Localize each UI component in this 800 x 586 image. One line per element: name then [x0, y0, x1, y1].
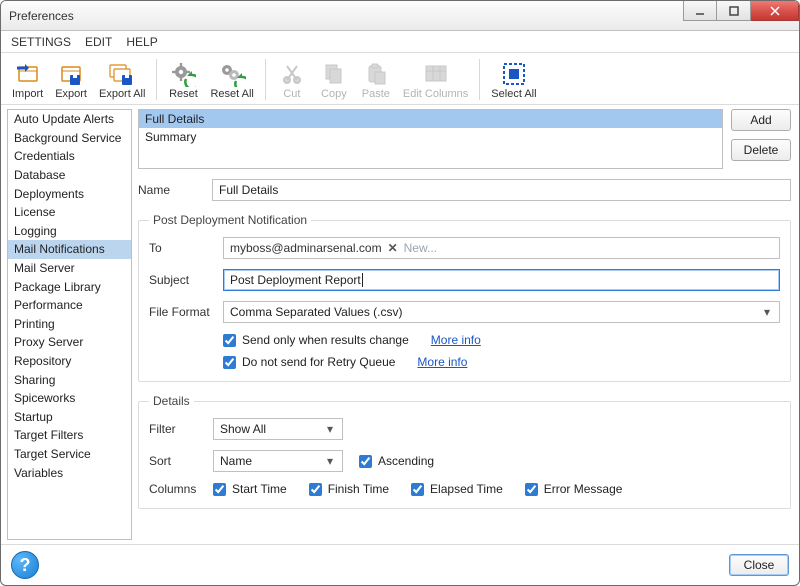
reset-button[interactable]: Reset: [163, 57, 203, 102]
to-placeholder: New...: [404, 241, 437, 255]
filter-label: Filter: [149, 422, 205, 436]
sidebar-item[interactable]: Proxy Server: [8, 333, 131, 352]
ascending-checkbox[interactable]: Ascending: [359, 454, 434, 468]
col-error-message-checkbox[interactable]: Error Message: [525, 482, 623, 496]
sidebar-item[interactable]: Sharing: [8, 370, 131, 389]
menu-settings[interactable]: SETTINGS: [11, 35, 71, 49]
sort-label: Sort: [149, 454, 205, 468]
sidebar-item[interactable]: Database: [8, 166, 131, 185]
file-format-select[interactable]: Comma Separated Values (.csv) ▾: [223, 301, 780, 323]
columns-label: Columns: [149, 482, 205, 496]
text-caret: [362, 273, 363, 287]
list-item[interactable]: Summary: [139, 128, 722, 146]
sidebar-item[interactable]: Background Service: [8, 129, 131, 148]
more-info-link-2[interactable]: More info: [417, 355, 467, 369]
sidebar-item[interactable]: Mail Notifications: [8, 240, 131, 259]
to-token: myboss@adminarsenal.com ✕: [230, 241, 398, 255]
no-retry-queue-checkbox[interactable]: Do not send for Retry Queue: [223, 355, 395, 369]
add-button[interactable]: Add: [731, 109, 791, 131]
col-finish-time-checkbox[interactable]: Finish Time: [309, 482, 389, 496]
reset-icon: [169, 60, 197, 88]
import-button[interactable]: Import: [7, 57, 48, 102]
subject-label: Subject: [149, 273, 215, 287]
menubar: SETTINGS EDIT HELP: [1, 31, 799, 53]
export-button[interactable]: Export: [50, 57, 92, 102]
select-all-icon: [500, 60, 528, 88]
name-label: Name: [138, 183, 204, 197]
post-deployment-group: Post Deployment Notification To myboss@a…: [138, 213, 791, 382]
details-legend: Details: [149, 394, 194, 408]
export-all-button[interactable]: Export All: [94, 57, 150, 102]
menu-edit[interactable]: EDIT: [85, 35, 112, 49]
sidebar-item[interactable]: Target Filters: [8, 426, 131, 445]
filter-select[interactable]: Show All ▾: [213, 418, 343, 440]
details-group: Details Filter Show All ▾ Sort Name ▾ As…: [138, 394, 791, 509]
import-icon: [14, 60, 42, 88]
more-info-link-1[interactable]: More info: [431, 333, 481, 347]
edit-columns-button: Edit Columns: [398, 57, 473, 102]
sidebar-item[interactable]: Mail Server: [8, 259, 131, 278]
close-window-button[interactable]: [751, 1, 799, 21]
name-input[interactable]: Full Details: [212, 179, 791, 201]
profiles-buttons: Add Delete: [731, 109, 791, 169]
sidebar-item[interactable]: Package Library: [8, 277, 131, 296]
cut-icon: [278, 60, 306, 88]
chevron-down-icon: ▾: [322, 454, 338, 468]
sidebar-item[interactable]: Spiceworks: [8, 389, 131, 408]
file-format-label: File Format: [149, 305, 215, 319]
content-pane: Full DetailsSummary Add Delete Name Full…: [132, 105, 799, 544]
maximize-button[interactable]: [717, 1, 751, 21]
subject-input[interactable]: Post Deployment Report: [223, 269, 780, 291]
help-icon[interactable]: ?: [11, 551, 39, 579]
post-deployment-legend: Post Deployment Notification: [149, 213, 311, 227]
export-icon: [57, 60, 85, 88]
preferences-window: Preferences SETTINGS EDIT HELP Import Ex…: [0, 0, 800, 586]
to-input[interactable]: myboss@adminarsenal.com ✕ New...: [223, 237, 780, 259]
cut-button: Cut: [272, 57, 312, 102]
select-all-button[interactable]: Select All: [486, 57, 541, 102]
delete-button[interactable]: Delete: [731, 139, 791, 161]
main-area: Auto Update AlertsBackground ServiceCred…: [1, 105, 799, 544]
sidebar-item[interactable]: Startup: [8, 408, 131, 427]
paste-icon: [362, 60, 390, 88]
sidebar-item[interactable]: Variables: [8, 463, 131, 482]
profiles-listbox[interactable]: Full DetailsSummary: [138, 109, 723, 169]
sidebar-item[interactable]: Logging: [8, 222, 131, 241]
remove-token-icon[interactable]: ✕: [388, 241, 398, 255]
to-label: To: [149, 241, 215, 255]
chevron-down-icon: ▾: [759, 305, 775, 319]
col-start-time-checkbox[interactable]: Start Time: [213, 482, 287, 496]
close-button[interactable]: Close: [729, 554, 789, 576]
chevron-down-icon: ▾: [322, 422, 338, 436]
list-item[interactable]: Full Details: [139, 110, 722, 128]
copy-icon: [320, 60, 348, 88]
sidebar-item[interactable]: Printing: [8, 315, 131, 334]
settings-sidebar[interactable]: Auto Update AlertsBackground ServiceCred…: [7, 109, 132, 540]
menu-help[interactable]: HELP: [126, 35, 157, 49]
reset-all-button[interactable]: Reset All: [205, 57, 258, 102]
edit-columns-icon: [422, 60, 450, 88]
sidebar-item[interactable]: Credentials: [8, 147, 131, 166]
send-only-change-checkbox[interactable]: Send only when results change: [223, 333, 409, 347]
sidebar-item[interactable]: Deployments: [8, 184, 131, 203]
sidebar-item[interactable]: Target Service: [8, 445, 131, 464]
paste-button: Paste: [356, 57, 396, 102]
sidebar-item[interactable]: License: [8, 203, 131, 222]
window-controls: [683, 1, 799, 30]
sidebar-item[interactable]: Performance: [8, 296, 131, 315]
titlebar: Preferences: [1, 1, 799, 31]
window-title: Preferences: [9, 9, 683, 23]
reset-all-icon: [218, 60, 246, 88]
sidebar-item[interactable]: Repository: [8, 352, 131, 371]
name-row: Name Full Details: [138, 179, 791, 201]
sort-select[interactable]: Name ▾: [213, 450, 343, 472]
sidebar-item[interactable]: Auto Update Alerts: [8, 110, 131, 129]
minimize-button[interactable]: [683, 1, 717, 21]
footer: ? Close: [1, 544, 799, 585]
toolbar: Import Export Export All Reset Reset All…: [1, 53, 799, 105]
copy-button: Copy: [314, 57, 354, 102]
col-elapsed-time-checkbox[interactable]: Elapsed Time: [411, 482, 503, 496]
export-all-icon: [108, 60, 136, 88]
profiles-area: Full DetailsSummary Add Delete: [138, 109, 791, 169]
